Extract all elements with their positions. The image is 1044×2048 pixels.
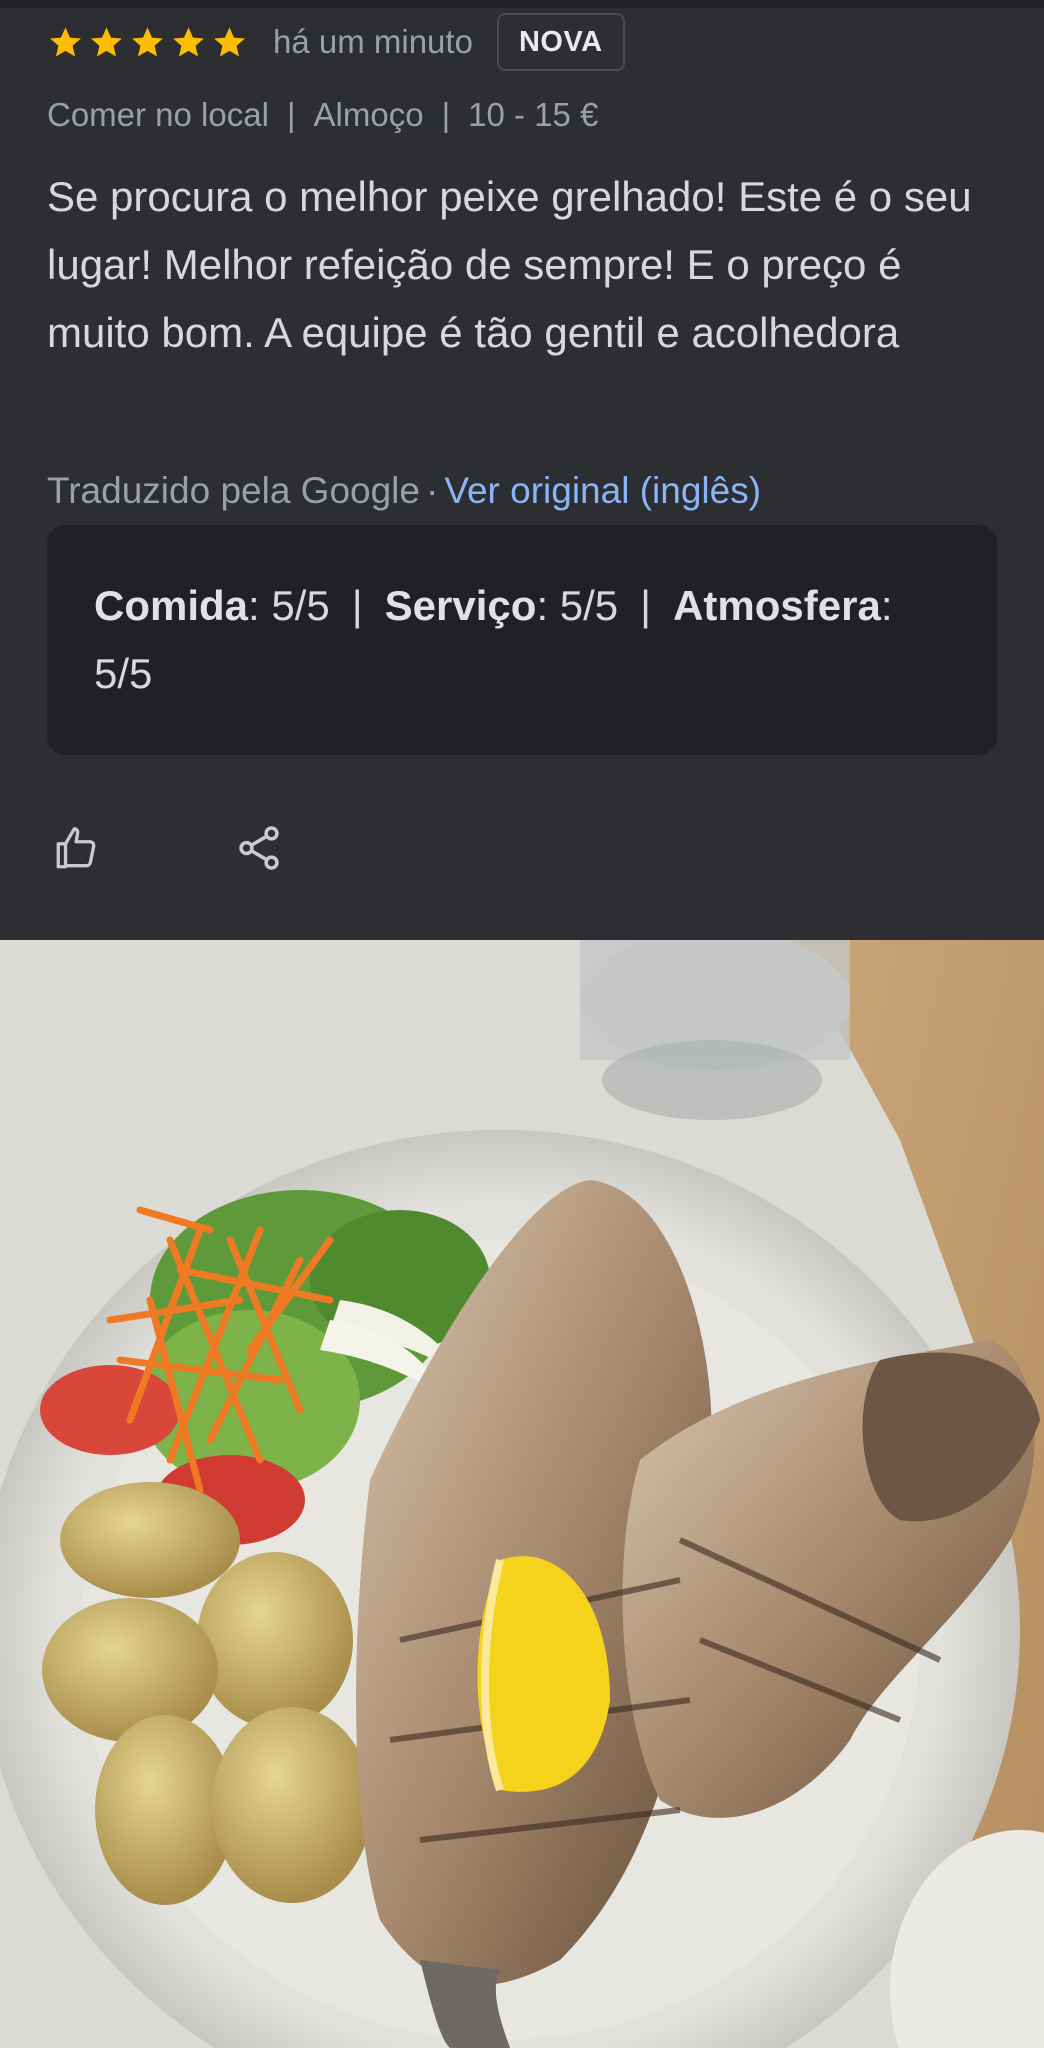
review-meta-row: há um minuto NOVA (47, 12, 625, 72)
review-text: Se procura o melhor peixe grelhado! Este… (47, 173, 972, 356)
like-button[interactable] (47, 818, 107, 878)
tag-separator: | (286, 96, 296, 133)
service-label: Serviço (384, 582, 537, 629)
review-card: há um minuto NOVA Comer no local | Almoç… (0, 0, 1044, 940)
tag-meal: Almoço (313, 96, 424, 133)
review-photo[interactable] (0, 940, 1044, 2048)
review-actions (47, 818, 289, 878)
share-button[interactable] (229, 818, 289, 878)
star-icon (211, 24, 248, 61)
translation-separator: · (425, 470, 439, 511)
new-badge: NOVA (496, 13, 625, 71)
star-icon (47, 24, 84, 61)
tag-dine-in: Comer no local (47, 96, 269, 133)
star-rating (47, 24, 248, 61)
grilled-fish-photo (0, 940, 1044, 2048)
view-original-link[interactable]: Ver original (inglês) (444, 470, 761, 511)
food-value: 5/5 (271, 582, 330, 629)
translated-by-label: Traduzido pela Google (47, 470, 420, 511)
star-icon (170, 24, 207, 61)
rating-separator: | (640, 582, 652, 629)
review-time: há um minuto (273, 23, 473, 60)
sub-ratings-box: Comida: 5/5 | Serviço: 5/5 | Atmosfera: 5/5 (47, 525, 997, 755)
share-icon (239, 826, 279, 870)
thumbs-up-icon (56, 827, 96, 869)
tag-price: 10 - 15 € (468, 96, 599, 133)
tag-separator: | (441, 96, 451, 133)
rating-separator: | (351, 582, 363, 629)
star-icon (88, 24, 125, 61)
food-label: Comida (94, 582, 249, 629)
review-tags: Comer no local | Almoço | 10 - 15 € (47, 96, 598, 134)
star-icon (129, 24, 166, 61)
translation-note: Traduzido pela Google · Ver original (ingl… (47, 470, 761, 512)
atmosphere-label: Atmosfera (673, 582, 881, 629)
service-value: 5/5 (559, 582, 619, 629)
atmosphere-value: 5/5 (94, 650, 153, 697)
top-divider (0, 0, 1044, 8)
